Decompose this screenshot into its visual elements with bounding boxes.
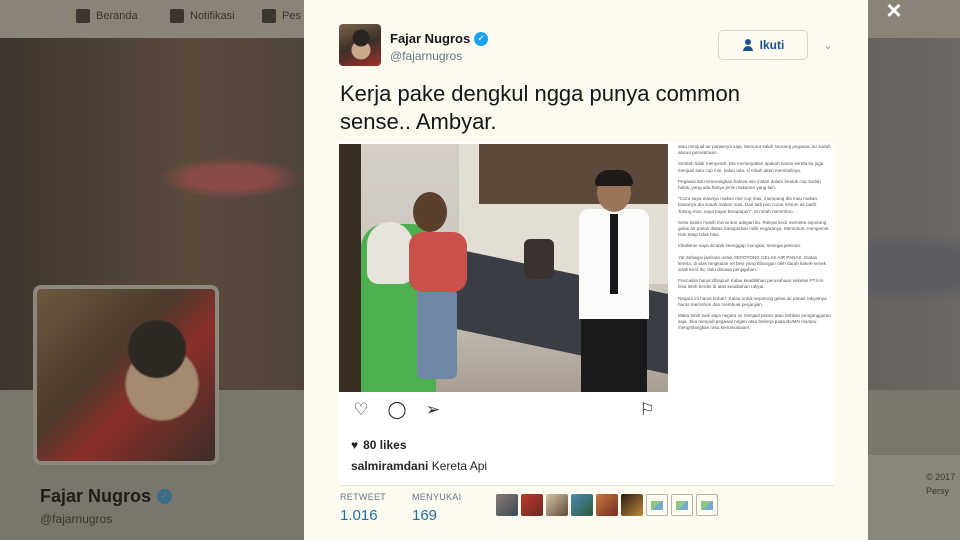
bookmark-icon[interactable]: ⚐	[637, 400, 657, 420]
close-icon: ×	[886, 0, 902, 25]
follow-button-label: Ikuti	[759, 38, 785, 52]
footer-copyright: © 2017 Persy	[926, 470, 955, 498]
follow-button[interactable]: Ikuti	[718, 30, 808, 60]
likes-stat[interactable]: MENYUKAI 169	[412, 492, 461, 524]
verified-badge-icon: ✓	[474, 31, 489, 46]
liker-avatar[interactable]	[596, 494, 618, 516]
article-paragraph: "Cucu saya maunya makan mie cup mas, mum…	[678, 196, 819, 214]
tweet-stats: RETWEET 1.016 MENYUKAI 169	[340, 485, 834, 525]
article-paragraph: Simbah tidak menyerah. Dia menanyakan ap…	[678, 161, 824, 173]
likes-count: 169	[412, 507, 438, 524]
nav-home-label: Beranda	[96, 10, 138, 22]
liker-avatar[interactable]	[496, 494, 518, 516]
instagram-photo	[339, 144, 668, 392]
chevron-down-icon: ⌄	[823, 39, 833, 52]
profile-avatar[interactable]	[33, 285, 219, 465]
bell-icon	[170, 9, 184, 23]
liker-avatar[interactable]	[521, 494, 543, 516]
liker-avatar-broken-image-icon[interactable]	[696, 494, 718, 516]
comment-icon[interactable]: ◯	[387, 400, 407, 420]
person-plus-icon	[742, 39, 754, 51]
nav-home[interactable]: Beranda	[76, 9, 138, 23]
instagram-likes-count: 80 likes	[363, 438, 407, 452]
article-paragraph: Pancasila harus dihapus! Kalau keadilaha…	[678, 278, 824, 290]
nav-messages[interactable]: Pes	[262, 9, 301, 23]
instagram-caption-text: Kereta Api	[431, 459, 488, 473]
profile-name: Fajar Nugros ✓	[40, 486, 173, 507]
tweet-text: Kerja pake dengkul ngga punya common sen…	[340, 81, 740, 134]
instagram-likes: ♥ 80 likes	[351, 438, 407, 452]
article-paragraph: Sesa kantin masih menonton adegan itu. R…	[678, 219, 830, 238]
article-paragraph: Ya! Sebagai jaminan untuk SEPOTONG GELAS…	[678, 254, 827, 273]
liker-avatar[interactable]	[571, 494, 593, 516]
instagram-caption-user: salmiramdani	[351, 459, 429, 473]
liker-avatars	[496, 494, 718, 516]
retweet-count: 1.016	[340, 507, 378, 524]
footer-extra-text: Persy	[926, 486, 950, 496]
liker-avatar-broken-image-icon[interactable]	[646, 494, 668, 516]
retweet-stat[interactable]: RETWEET 1.016	[340, 492, 386, 524]
nav-notifications-label: Notifikasi	[190, 10, 235, 22]
instagram-actions: ♡ ◯ ➢ ⚐	[349, 398, 659, 420]
tweet-menu-caret[interactable]: ⌄	[820, 37, 836, 53]
liker-avatar-broken-image-icon[interactable]	[671, 494, 693, 516]
heart-icon[interactable]: ♡	[351, 400, 371, 420]
share-icon[interactable]: ➢	[423, 400, 443, 420]
profile-name-text: Fajar Nugros	[40, 486, 152, 506]
footer-copyright-text: © 2017	[926, 472, 956, 482]
author-handle[interactable]: @fajarnugros	[390, 49, 462, 63]
author-name[interactable]: Fajar Nugros ✓	[390, 31, 489, 46]
home-icon	[76, 9, 90, 23]
article-paragraph: Idealisme saya dicabik seenggap mungkin,…	[678, 243, 802, 249]
article-paragraph: atau menjual air panasnya saja. Menurut …	[678, 144, 831, 156]
tweet-media-image[interactable]: ♡ ◯ ➢ ⚐ ♥ 80 likes salmiramdani Kereta A…	[339, 142, 835, 486]
heart-filled-icon: ♥	[351, 438, 359, 452]
retweet-label: RETWEET	[340, 492, 387, 502]
envelope-icon	[262, 9, 276, 23]
article-paragraph: Maka lebih baik saya negara ini menjadi …	[678, 313, 831, 331]
instagram-caption: salmiramdani Kereta Api	[351, 459, 487, 473]
screenshot-article-text: atau menjual air panasnya saja. Menurut …	[674, 142, 835, 486]
article-paragraph: Pegawai tsb menerangkan bahwa mie instan…	[678, 178, 821, 191]
author-name-text: Fajar Nugros	[390, 31, 471, 46]
tweet-modal: Fajar Nugros ✓ @fajarnugros Ikuti ⌄ Kerj…	[304, 0, 868, 540]
author-avatar[interactable]	[339, 24, 381, 66]
verified-badge-icon: ✓	[157, 489, 173, 504]
profile-handle: @fajarnugros	[40, 512, 113, 526]
article-paragraph: Negara ini harus bubar!. Kalau untuk sep…	[678, 295, 827, 307]
liker-avatar[interactable]	[546, 494, 568, 516]
liker-avatar[interactable]	[621, 494, 643, 516]
close-modal-button[interactable]: ×	[880, 0, 908, 25]
nav-notifications[interactable]: Notifikasi	[170, 9, 235, 23]
nav-messages-label: Pes	[282, 10, 301, 22]
likes-label: MENYUKAI	[412, 492, 462, 502]
